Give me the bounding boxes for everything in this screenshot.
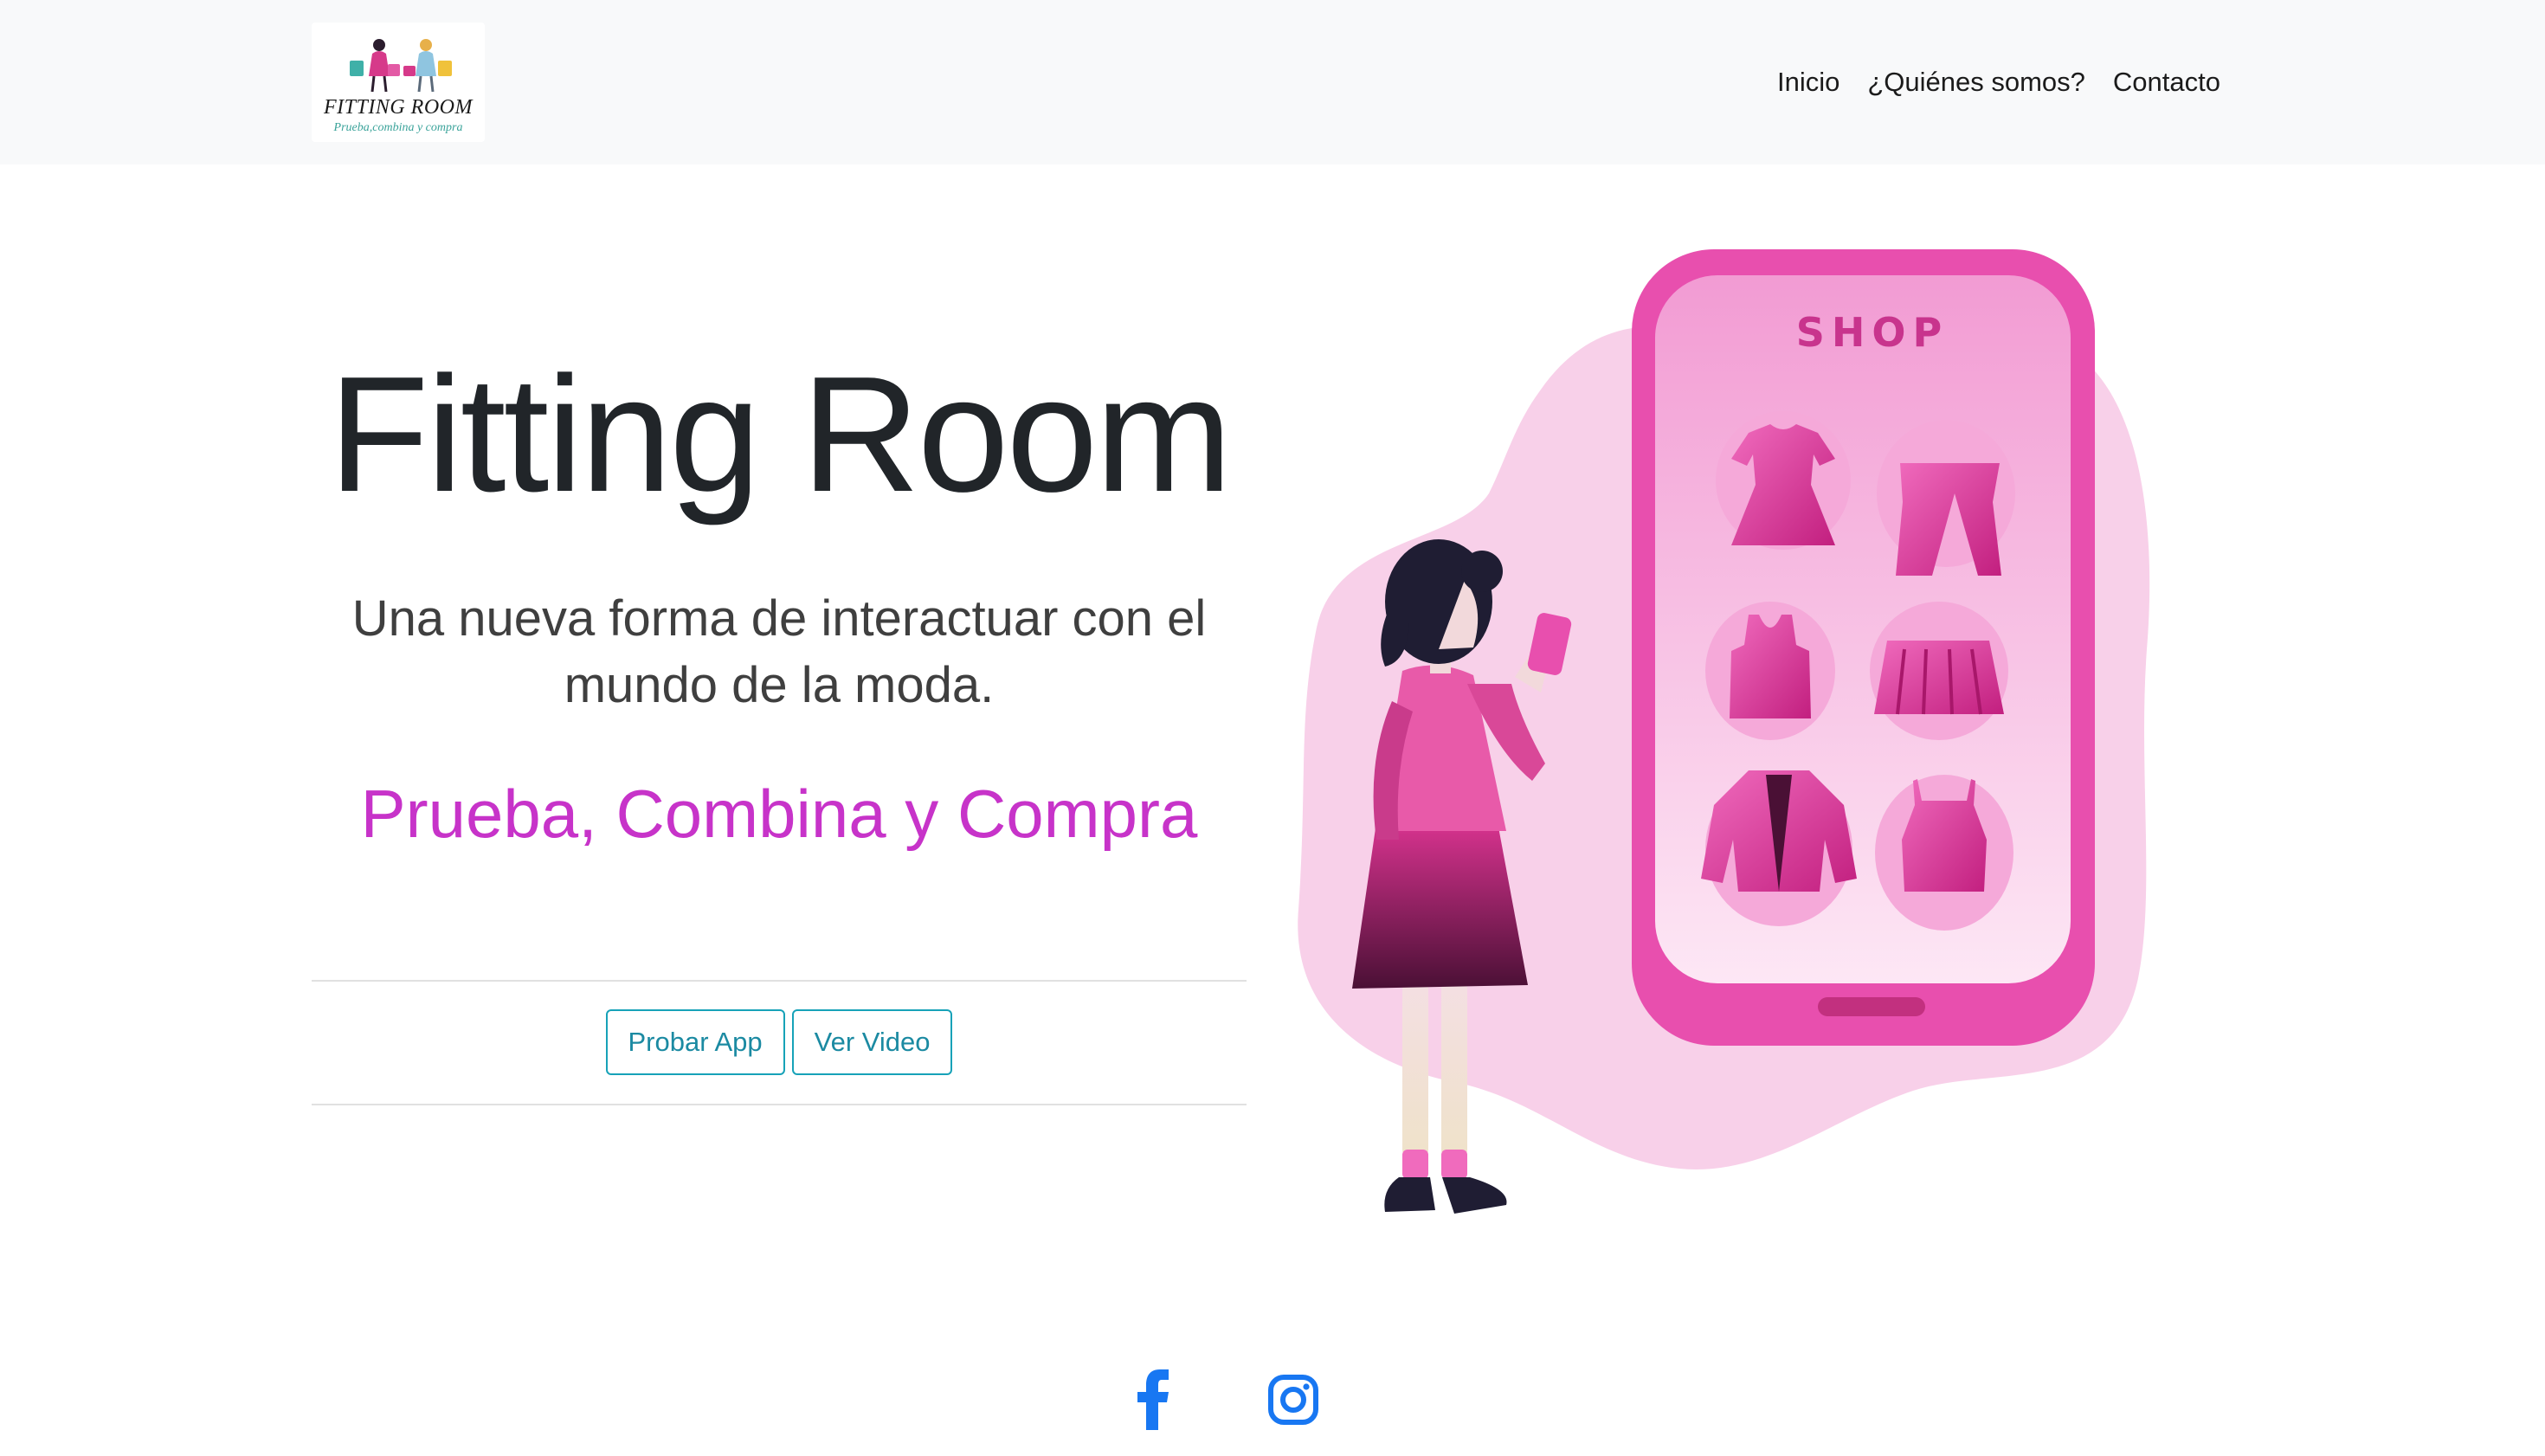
clothing-top-icon xyxy=(1705,602,1835,740)
nav-link-quienes-somos[interactable]: ¿Quiénes somos? xyxy=(1867,62,2085,102)
shopping-women-logo-icon xyxy=(350,39,452,93)
hero-slogan: Prueba, Combina y Compra xyxy=(360,776,1198,852)
divider-bottom xyxy=(312,1104,1247,1105)
shopping-phone-illustration: SHOP xyxy=(1298,249,2150,1214)
hero-buttons: Probar App Ver Video xyxy=(312,1009,1247,1075)
brand-logo[interactable]: FITTING ROOM Prueba,combina y compra xyxy=(312,23,485,142)
facebook-icon[interactable] xyxy=(1134,1369,1177,1430)
clothing-skirt-icon xyxy=(1870,602,2008,740)
nav-link-contacto[interactable]: Contacto xyxy=(2113,62,2220,102)
nav-links: Inicio ¿Quiénes somos? Contacto xyxy=(1777,62,2220,102)
logo-tagline: Prueba,combina y compra xyxy=(333,121,463,134)
shop-label: SHOP xyxy=(1796,309,1949,356)
navbar: FITTING ROOM Prueba,combina y compra Ini… xyxy=(0,0,2545,164)
try-app-button[interactable]: Probar App xyxy=(605,1009,785,1075)
instagram-icon[interactable] xyxy=(1268,1369,1318,1430)
phone-home-bar xyxy=(1818,997,1925,1016)
logo-title: FITTING ROOM xyxy=(324,96,473,119)
clothing-corset-icon xyxy=(1875,775,2013,931)
clothing-dress-icon xyxy=(1716,411,1851,550)
hero-title: Fitting Room xyxy=(328,343,1232,526)
divider-top xyxy=(312,980,1247,982)
watch-video-button[interactable]: Ver Video xyxy=(791,1009,953,1075)
hero-lead: Una nueva forma de interactuar con el mu… xyxy=(351,590,1207,713)
nav-link-inicio[interactable]: Inicio xyxy=(1777,62,1839,102)
